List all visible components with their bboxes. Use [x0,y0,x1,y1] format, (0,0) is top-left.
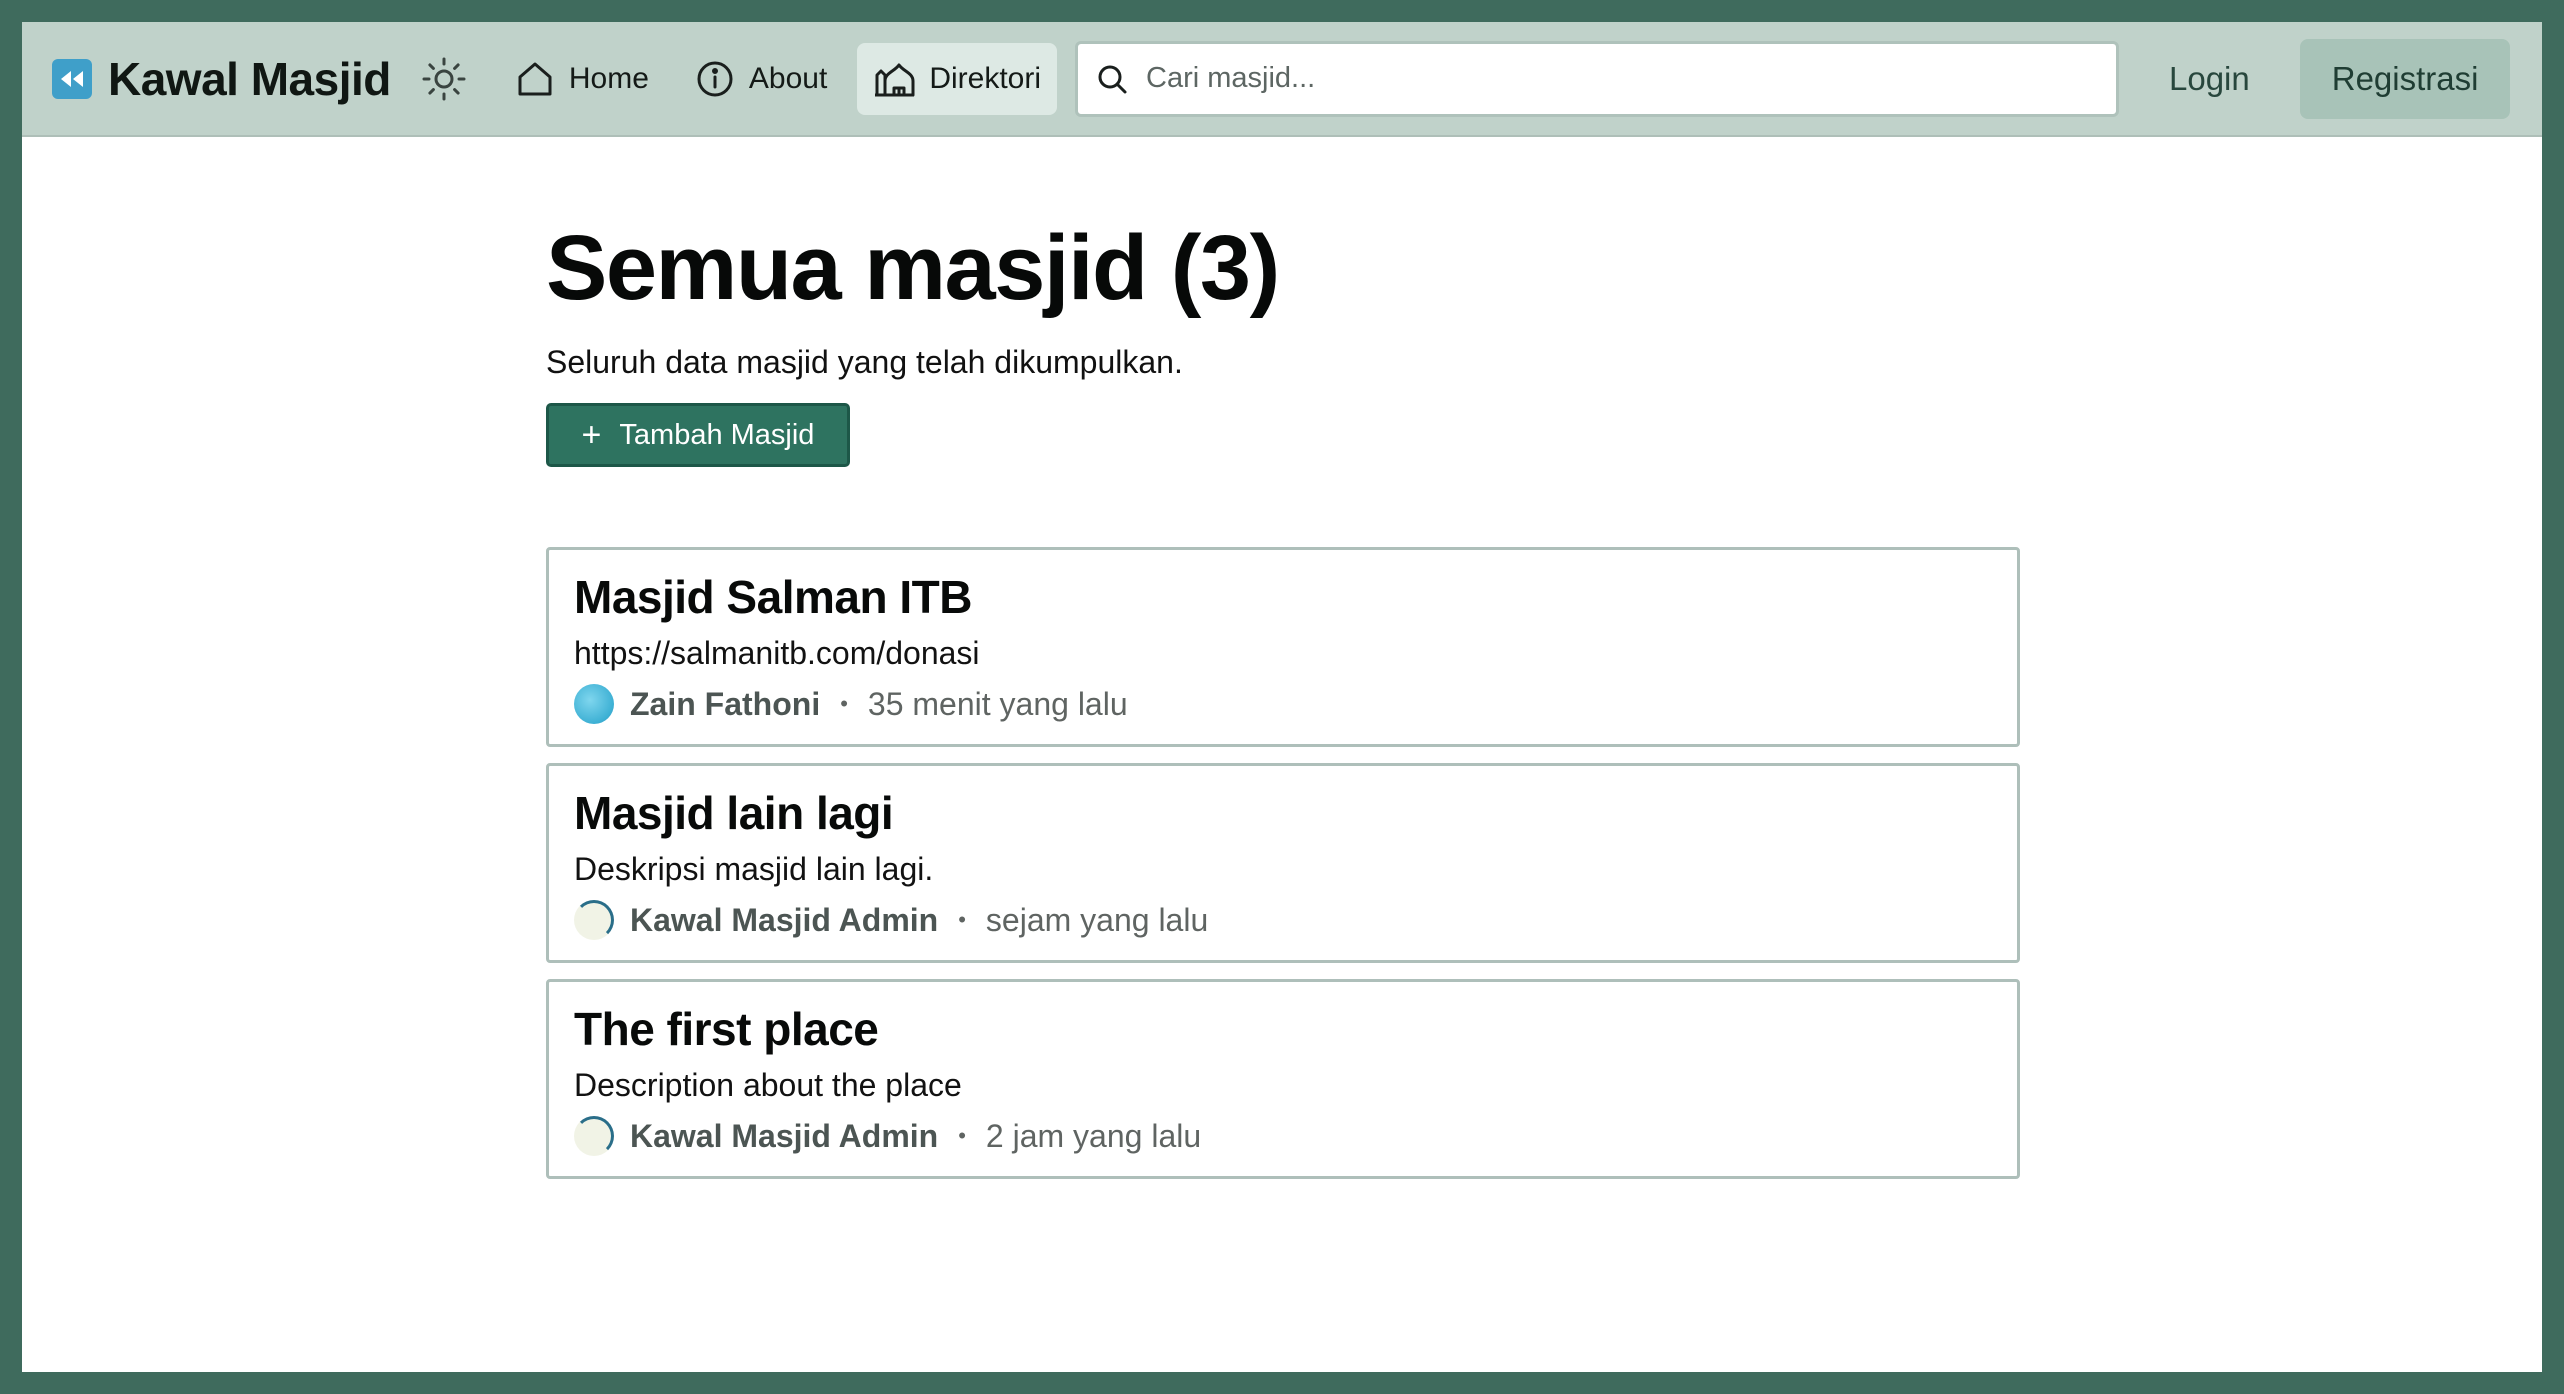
mosque-description: Deskripsi masjid lain lagi. [574,851,934,888]
nav-direktori-link[interactable]: Direktori [857,42,1057,115]
mosque-meta: Zain Fathoni • 35 menit yang lalu [574,684,1992,725]
author-name: Kawal Masjid Admin [630,1117,939,1154]
mosque-title: Masjid lain lagi [574,787,894,839]
page-title: Semua masjid (3) [546,217,1280,319]
search-input[interactable] [1146,62,2046,95]
brand-name: Kawal Masjid [108,52,391,105]
page-subtitle: Seluruh data masjid yang telah dikumpulk… [546,344,1183,380]
author-name: Kawal Masjid Admin [630,901,939,938]
home-icon [518,62,552,95]
author-name: Zain Fathoni [630,685,821,722]
nav-home-link[interactable]: Home [499,43,665,115]
mosque-list: Masjid Salman ITB https://salmanitb.com/… [546,547,2020,1179]
nav-about-label: About [748,61,828,95]
mosque-icon [875,63,915,96]
mosque-title: Masjid Salman ITB [574,571,972,623]
search-icon [1098,65,1127,93]
register-button[interactable]: Registrasi [2299,38,2511,119]
add-mosque-label: Tambah Masjid [619,418,815,451]
main-content: Semua masjid (3) Seluruh data masjid yan… [546,222,2020,1195]
sun-icon [422,57,466,100]
add-mosque-button[interactable]: + Tambah Masjid [546,403,850,467]
avatar [574,684,614,725]
avatar [574,900,614,941]
nav-direktori-label: Direktori [929,61,1041,95]
mosque-description: Description about the place [574,1067,962,1104]
meta-separator: • [840,691,848,717]
theme-toggle-button[interactable] [419,54,469,104]
rewind-icon [52,58,92,99]
login-link[interactable]: Login [2169,60,2250,98]
nav-about-link[interactable]: About [679,43,843,115]
mosque-card[interactable]: Masjid Salman ITB https://salmanitb.com/… [546,547,2020,747]
mosque-card[interactable]: The first place Description about the pl… [546,979,2020,1179]
avatar [574,1116,614,1157]
brand-link[interactable]: Kawal Masjid [52,52,391,106]
mosque-card[interactable]: Masjid lain lagi Deskripsi masjid lain l… [546,763,2020,963]
browser-window: Kawal Masjid Home About Direktori Cari m… [22,22,2542,1372]
navbar: Kawal Masjid Home About Direktori Cari m… [22,22,2542,137]
plus-icon: + [581,415,602,454]
timestamp: 35 menit yang lalu [867,685,1128,722]
mosque-description: https://salmanitb.com/donasi [574,635,980,672]
mosque-title: The first place [574,1003,879,1055]
timestamp: 2 jam yang lalu [985,1117,1202,1154]
meta-separator: • [958,1123,966,1149]
mosque-meta: Kawal Masjid Admin • sejam yang lalu [574,900,1992,941]
info-icon [697,61,733,96]
mosque-meta: Kawal Masjid Admin • 2 jam yang lalu [574,1116,1992,1157]
nav-home-label: Home [568,61,649,95]
meta-separator: • [958,907,966,933]
timestamp: sejam yang lalu [985,901,1209,938]
search-box[interactable] [1075,40,2119,117]
